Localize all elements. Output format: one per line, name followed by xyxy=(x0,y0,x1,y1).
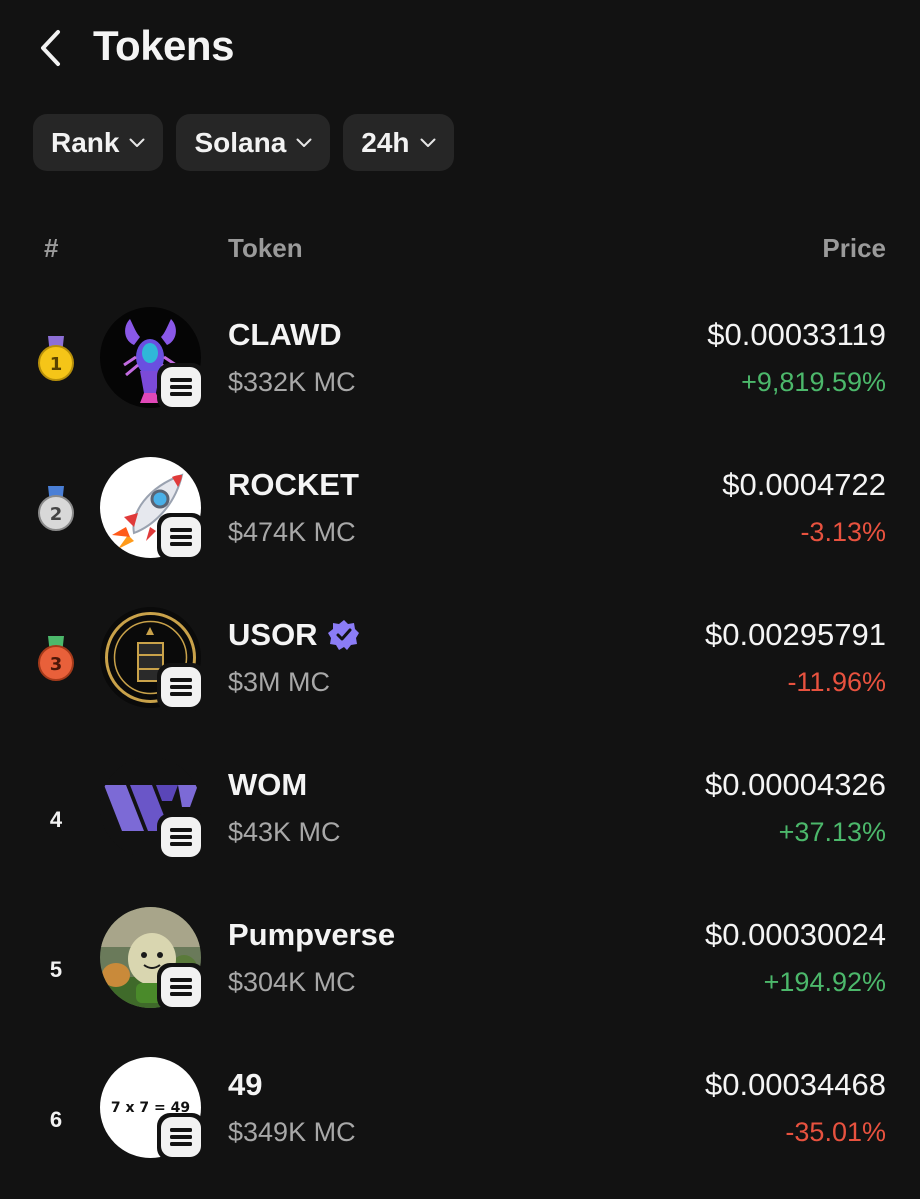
token-price: $0.00030024 xyxy=(704,917,886,952)
solana-icon xyxy=(170,528,192,546)
token-row[interactable]: 5 Pumpverse $304K MC $0.00030024 +194.92… xyxy=(0,907,920,1057)
page-title: Tokens xyxy=(93,22,234,69)
solana-icon xyxy=(170,828,192,846)
silver-medal-icon: 2 xyxy=(38,486,74,531)
token-row[interactable]: 3 3 USOR $3M MC $0.00295791 -11.96% xyxy=(0,607,920,757)
rank-number: 5 xyxy=(49,957,63,982)
token-name: CLAWD xyxy=(228,317,342,353)
price-change: +194.92% xyxy=(763,967,886,997)
token-symbol: USOR xyxy=(228,617,318,652)
rank-number: 4 xyxy=(49,807,63,832)
solana-icon xyxy=(170,678,192,696)
token-row[interactable]: 2 2 ROCKET $474K MC $0.0004722 -3.13% xyxy=(0,457,920,607)
solana-badge xyxy=(157,813,205,861)
token-symbol: ROCKET xyxy=(228,467,359,502)
token-price: $0.00034468 xyxy=(704,1067,886,1102)
price-change: -3.13% xyxy=(800,517,886,547)
chain-filter-dropdown[interactable]: Solana xyxy=(176,114,331,171)
token-price: $0.0004722 xyxy=(722,467,886,502)
chevron-left-icon xyxy=(41,30,60,66)
svg-text:3: 3 xyxy=(50,654,63,675)
timeframe-filter-label: 24h xyxy=(361,126,410,158)
column-header-rank[interactable]: # xyxy=(44,233,58,264)
token-symbol: Pumpverse xyxy=(228,917,396,952)
token-name: 49 xyxy=(228,1067,262,1103)
token-name: ROCKET xyxy=(228,467,359,503)
token-price: $0.00004326 xyxy=(704,767,886,802)
token-symbol: 49 xyxy=(228,1067,263,1102)
chevron-down-icon xyxy=(420,138,436,147)
market-cap: $349K MC xyxy=(228,1117,356,1147)
token-name: USOR xyxy=(228,617,360,653)
chevron-down-icon xyxy=(129,138,145,147)
market-cap: $474K MC xyxy=(228,517,356,547)
rank-filter-dropdown[interactable]: Rank xyxy=(33,114,164,171)
timeframe-filter-dropdown[interactable]: 24h xyxy=(343,114,454,171)
solana-badge xyxy=(157,363,205,411)
token-price: $0.00295791 xyxy=(704,617,886,652)
solana-badge xyxy=(157,663,205,711)
token-row[interactable]: 4 WOM $43K MC $0.00004326 +37.13% xyxy=(0,757,920,907)
token-row[interactable]: 6 7 x 7 = 49 49 $349K MC $0.00034468 -35… xyxy=(0,1057,920,1199)
column-header-price[interactable]: Price xyxy=(822,233,886,264)
solana-badge xyxy=(157,1113,205,1161)
market-cap: $3M MC xyxy=(228,667,331,697)
header: Tokens xyxy=(0,0,920,100)
svg-text:1: 1 xyxy=(50,354,63,375)
back-button[interactable] xyxy=(30,26,70,70)
solana-badge xyxy=(157,513,205,561)
solana-badge xyxy=(157,963,205,1011)
price-change: -35.01% xyxy=(785,1117,886,1147)
chain-filter-label: Solana xyxy=(194,126,287,158)
price-change: -11.96% xyxy=(787,667,886,697)
svg-text:2: 2 xyxy=(50,504,63,525)
chevron-down-icon xyxy=(296,138,312,147)
verified-badge-icon xyxy=(327,620,359,650)
bronze-medal-icon: 3 xyxy=(38,636,74,681)
market-cap: $332K MC xyxy=(228,367,356,397)
token-name: WOM xyxy=(228,767,307,803)
token-name: Pumpverse xyxy=(228,917,395,953)
market-cap: $304K MC xyxy=(228,967,356,997)
solana-icon xyxy=(170,978,192,996)
token-row[interactable]: 1 1 CLAWD $332K MC $0.00033119 +9,819.59… xyxy=(0,307,920,457)
token-symbol: WOM xyxy=(228,767,308,802)
market-cap: $43K MC xyxy=(228,817,341,847)
token-price: $0.00033119 xyxy=(707,317,886,352)
token-symbol: CLAWD xyxy=(228,317,342,352)
solana-icon xyxy=(170,378,192,396)
solana-icon xyxy=(170,1128,192,1146)
rank-number: 6 xyxy=(49,1107,63,1132)
price-change: +9,819.59% xyxy=(741,367,886,397)
price-change: +37.13% xyxy=(778,817,886,847)
filter-bar: Rank Solana 24h xyxy=(33,114,454,171)
column-header-token[interactable]: Token xyxy=(228,233,303,264)
gold-medal-icon: 1 xyxy=(38,336,74,381)
rank-filter-label: Rank xyxy=(51,126,120,158)
